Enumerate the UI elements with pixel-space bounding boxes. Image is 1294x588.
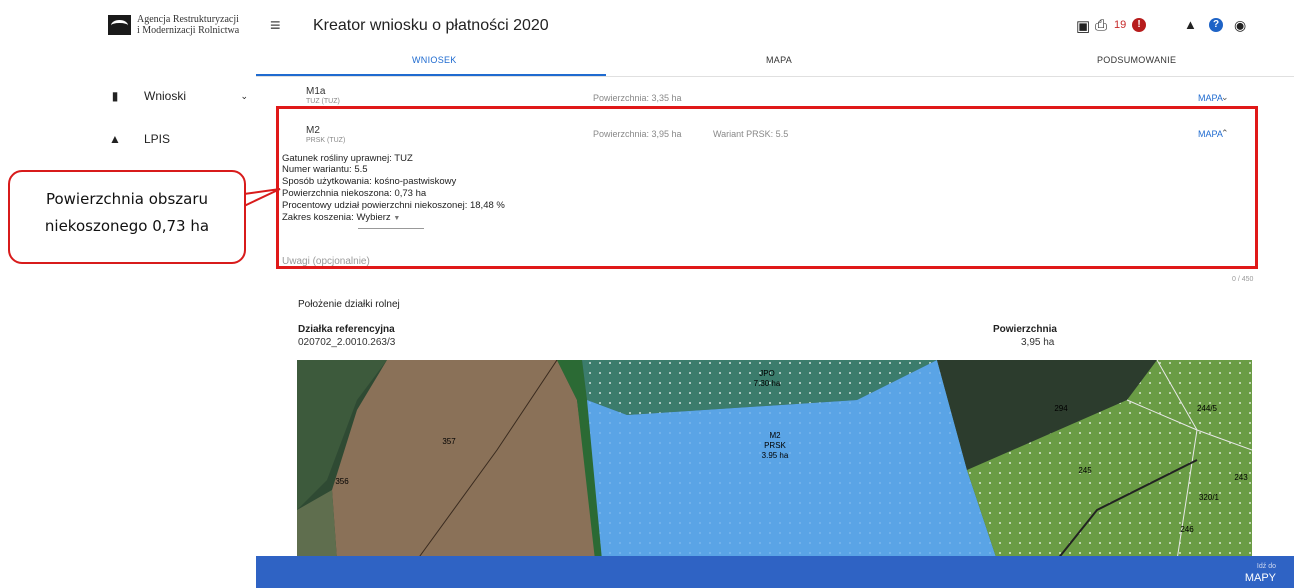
map-label-m2-type: PRSK bbox=[764, 441, 786, 450]
sidebar-item-wnioski[interactable]: ▮ Wnioski ⌄ bbox=[108, 89, 248, 103]
map-label-246: 246 bbox=[1180, 525, 1194, 534]
map-canvas[interactable]: JPO 7.30 ha M2 PRSK 3.95 ha 357 356 294 … bbox=[297, 360, 1252, 560]
tab-podsumowanie[interactable]: PODSUMOWANIE bbox=[1097, 55, 1176, 65]
goto-label[interactable]: Idź do bbox=[1251, 563, 1276, 570]
map-label-jpo-area: 7.30 ha bbox=[754, 379, 781, 388]
callout-text: Powierzchnia obszaru niekoszonego 0,73 h… bbox=[44, 190, 210, 235]
active-tab-indicator bbox=[256, 74, 606, 76]
arimr-logo bbox=[108, 15, 131, 35]
account-icon[interactable]: ◉ bbox=[1234, 17, 1246, 34]
map-label-m2: M2 bbox=[769, 431, 781, 440]
parcel-sub: TUZ (TUZ) bbox=[306, 98, 340, 105]
sidebar-item-label: Wnioski bbox=[144, 89, 187, 103]
notes-counter: 0 / 450 bbox=[1232, 276, 1254, 283]
area-value: 3,95 ha bbox=[1021, 337, 1055, 348]
parcel-map[interactable]: JPO 7.30 ha M2 PRSK 3.95 ha 357 356 294 … bbox=[297, 360, 1252, 560]
terrain-icon: ▲ bbox=[109, 132, 121, 146]
clipboard-icon: ▮ bbox=[111, 89, 119, 103]
map-label-jpo: JPO bbox=[759, 369, 775, 378]
map-label-356: 356 bbox=[335, 477, 349, 486]
sidebar: Agencja Restrukturyzacji i Modernizacji … bbox=[0, 0, 256, 588]
highlight-frame bbox=[276, 106, 1258, 269]
parcel-map-link[interactable]: MAPA bbox=[1198, 93, 1223, 103]
alert-icon[interactable]: ! bbox=[1132, 18, 1146, 32]
menu-icon[interactable]: ≡ bbox=[270, 15, 281, 36]
map-label-357: 357 bbox=[442, 437, 456, 446]
ref-parcel-value: 020702_2.0010.263/3 bbox=[298, 337, 396, 348]
map-label-244-5: 244/5 bbox=[1197, 404, 1218, 413]
callout-pointer bbox=[242, 188, 281, 208]
map-label-245: 245 bbox=[1078, 466, 1092, 475]
tab-wniosek[interactable]: WNIOSEK bbox=[412, 55, 457, 65]
error-count[interactable]: 19 bbox=[1114, 19, 1126, 31]
map-label-m2-area: 3.95 ha bbox=[762, 451, 789, 460]
bottom-bar bbox=[256, 556, 1294, 588]
chevron-down-icon[interactable]: ⌄ bbox=[1221, 92, 1229, 103]
tab-divider bbox=[256, 76, 1294, 77]
org-name: Agencja Restrukturyzacji i Modernizacji … bbox=[137, 14, 240, 36]
map-label-320-1: 320/1 bbox=[1199, 493, 1220, 502]
save-icon[interactable]: ▣ bbox=[1076, 17, 1090, 35]
print-icon[interactable]: ⎙ bbox=[1095, 17, 1107, 34]
area-header: Powierzchnia bbox=[993, 324, 1057, 335]
help-icon[interactable]: ? bbox=[1209, 18, 1223, 32]
goto-map-button[interactable]: MAPY bbox=[1240, 572, 1276, 584]
sidebar-item-label: LPIS bbox=[144, 132, 171, 146]
chevron-down-icon: ⌄ bbox=[240, 90, 248, 101]
tab-mapa[interactable]: MAPA bbox=[766, 55, 792, 65]
map-label-243: 243 bbox=[1234, 473, 1248, 482]
map-label-294: 294 bbox=[1054, 404, 1068, 413]
parcel-area: Powierzchnia: 3,35 ha bbox=[593, 93, 682, 103]
page-title: Kreator wniosku o płatności 2020 bbox=[313, 17, 549, 34]
location-title: Położenie działki rolnej bbox=[298, 299, 400, 310]
parcel-name: M1a bbox=[306, 86, 326, 97]
bell-icon[interactable]: ▲ bbox=[1184, 17, 1197, 32]
ref-parcel-header: Działka referencyjna bbox=[298, 324, 395, 335]
sidebar-item-lpis[interactable]: ▲ LPIS bbox=[108, 132, 170, 146]
